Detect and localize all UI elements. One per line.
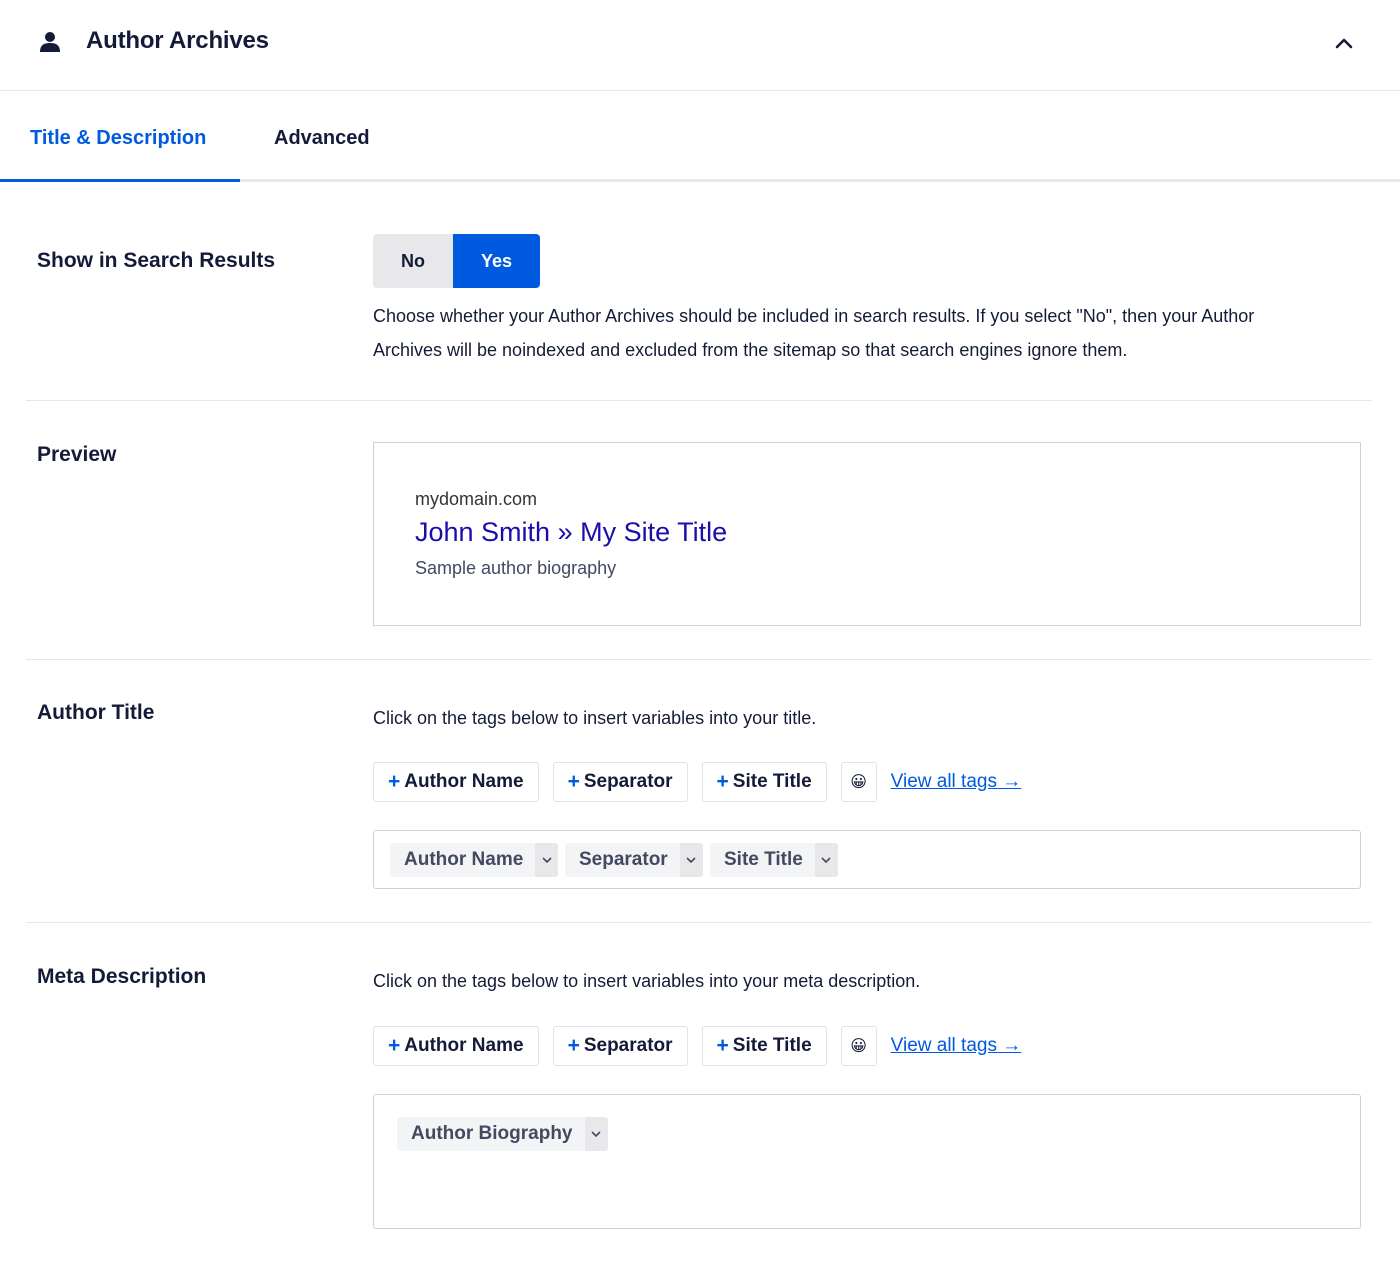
plus-icon: + (567, 770, 580, 793)
search-results-help: Choose whether your Author Archives shou… (373, 299, 1363, 367)
plus-icon: + (567, 1034, 580, 1057)
preview-title: John Smith » My Site Title (415, 517, 728, 547)
add-separator-tag-button[interactable]: + Separator (552, 762, 688, 802)
plus-icon: + (716, 770, 729, 793)
chevron-down-icon[interactable] (679, 843, 703, 877)
plus-icon: + (716, 1034, 729, 1057)
view-all-tags-link[interactable]: View all tags → (891, 771, 1022, 793)
view-all-tags-link[interactable]: View all tags → (891, 1035, 1022, 1057)
tag-label: Author Name (404, 771, 524, 792)
search-preview: mydomain.com John Smith » My Site Title … (373, 442, 1361, 626)
help-line: Archives will be noindexed and excluded … (373, 340, 1128, 360)
toggle-yes-button[interactable]: Yes (453, 234, 540, 288)
search-results-toggle: No Yes (373, 234, 540, 288)
divider (26, 400, 1372, 401)
preview-domain: mydomain.com (415, 489, 538, 509)
tag-label: Separator (583, 771, 673, 792)
add-site-title-tag-button[interactable]: + Site Title (701, 762, 827, 802)
meta-description-help: Click on the tags below to insert variab… (373, 971, 921, 991)
author-title-editor[interactable]: Author Name Separator Site Title (373, 830, 1361, 889)
smiley-emoji-icon: 😀 (850, 774, 867, 791)
chevron-down-icon[interactable] (535, 843, 559, 877)
tag-label: Separator (583, 1035, 673, 1056)
tab-bar: Title & Description Advanced (0, 91, 1400, 182)
add-author-name-tag-button[interactable]: + Author Name (373, 762, 539, 802)
chevron-up-icon[interactable] (1332, 33, 1356, 53)
show-in-search-results-label: Show in Search Results (37, 249, 276, 272)
token-label: Site Title (724, 849, 803, 870)
tab-advanced[interactable]: Advanced (274, 127, 370, 150)
help-line: Choose whether your Author Archives shou… (373, 306, 1255, 326)
author-title-help: Click on the tags below to insert variab… (373, 708, 817, 728)
divider (26, 922, 1372, 923)
tag-label: Author Name (404, 1035, 524, 1056)
smiley-emoji-icon: 😀 (850, 1038, 867, 1055)
token-separator[interactable]: Separator (565, 843, 703, 877)
chevron-down-icon[interactable] (814, 843, 838, 877)
add-site-title-tag-button[interactable]: + Site Title (701, 1026, 827, 1066)
author-title-tag-buttons: + Author Name + Separator + Site Title 😀 Vi… (373, 762, 1021, 802)
divider (26, 659, 1372, 660)
tab-title-description[interactable]: Title & Description (30, 127, 206, 150)
section-header: Author Archives (0, 0, 1400, 91)
chevron-down-icon[interactable] (584, 1117, 608, 1151)
meta-description-tag-buttons: + Author Name + Separator + Site Title 😀 Vi… (373, 1026, 1021, 1066)
preview-label: Preview (37, 443, 117, 466)
tag-label: Site Title (732, 1035, 812, 1056)
meta-description-label: Meta Description (37, 965, 207, 988)
add-author-name-tag-button[interactable]: + Author Name (373, 1026, 539, 1066)
preview-description: Sample author biography (415, 558, 617, 578)
token-site-title[interactable]: Site Title (710, 843, 838, 877)
token-label: Separator (579, 849, 668, 870)
user-icon (40, 32, 60, 52)
token-author-biography[interactable]: Author Biography (397, 1117, 608, 1151)
plus-icon: + (388, 770, 401, 793)
emoji-picker-button[interactable]: 😀 (840, 1026, 877, 1066)
section-title: Author Archives (86, 27, 269, 54)
token-label: Author Biography (411, 1123, 573, 1144)
token-label: Author Name (404, 849, 524, 870)
token-author-name[interactable]: Author Name (390, 843, 559, 877)
toggle-no-button[interactable]: No (373, 234, 453, 288)
plus-icon: + (388, 1034, 401, 1057)
add-separator-tag-button[interactable]: + Separator (552, 1026, 688, 1066)
tag-label: Site Title (732, 771, 812, 792)
active-tab-indicator (0, 179, 240, 182)
emoji-picker-button[interactable]: 😀 (840, 762, 877, 802)
author-title-label: Author Title (37, 701, 155, 724)
meta-description-editor[interactable]: Author Biography (373, 1094, 1361, 1229)
